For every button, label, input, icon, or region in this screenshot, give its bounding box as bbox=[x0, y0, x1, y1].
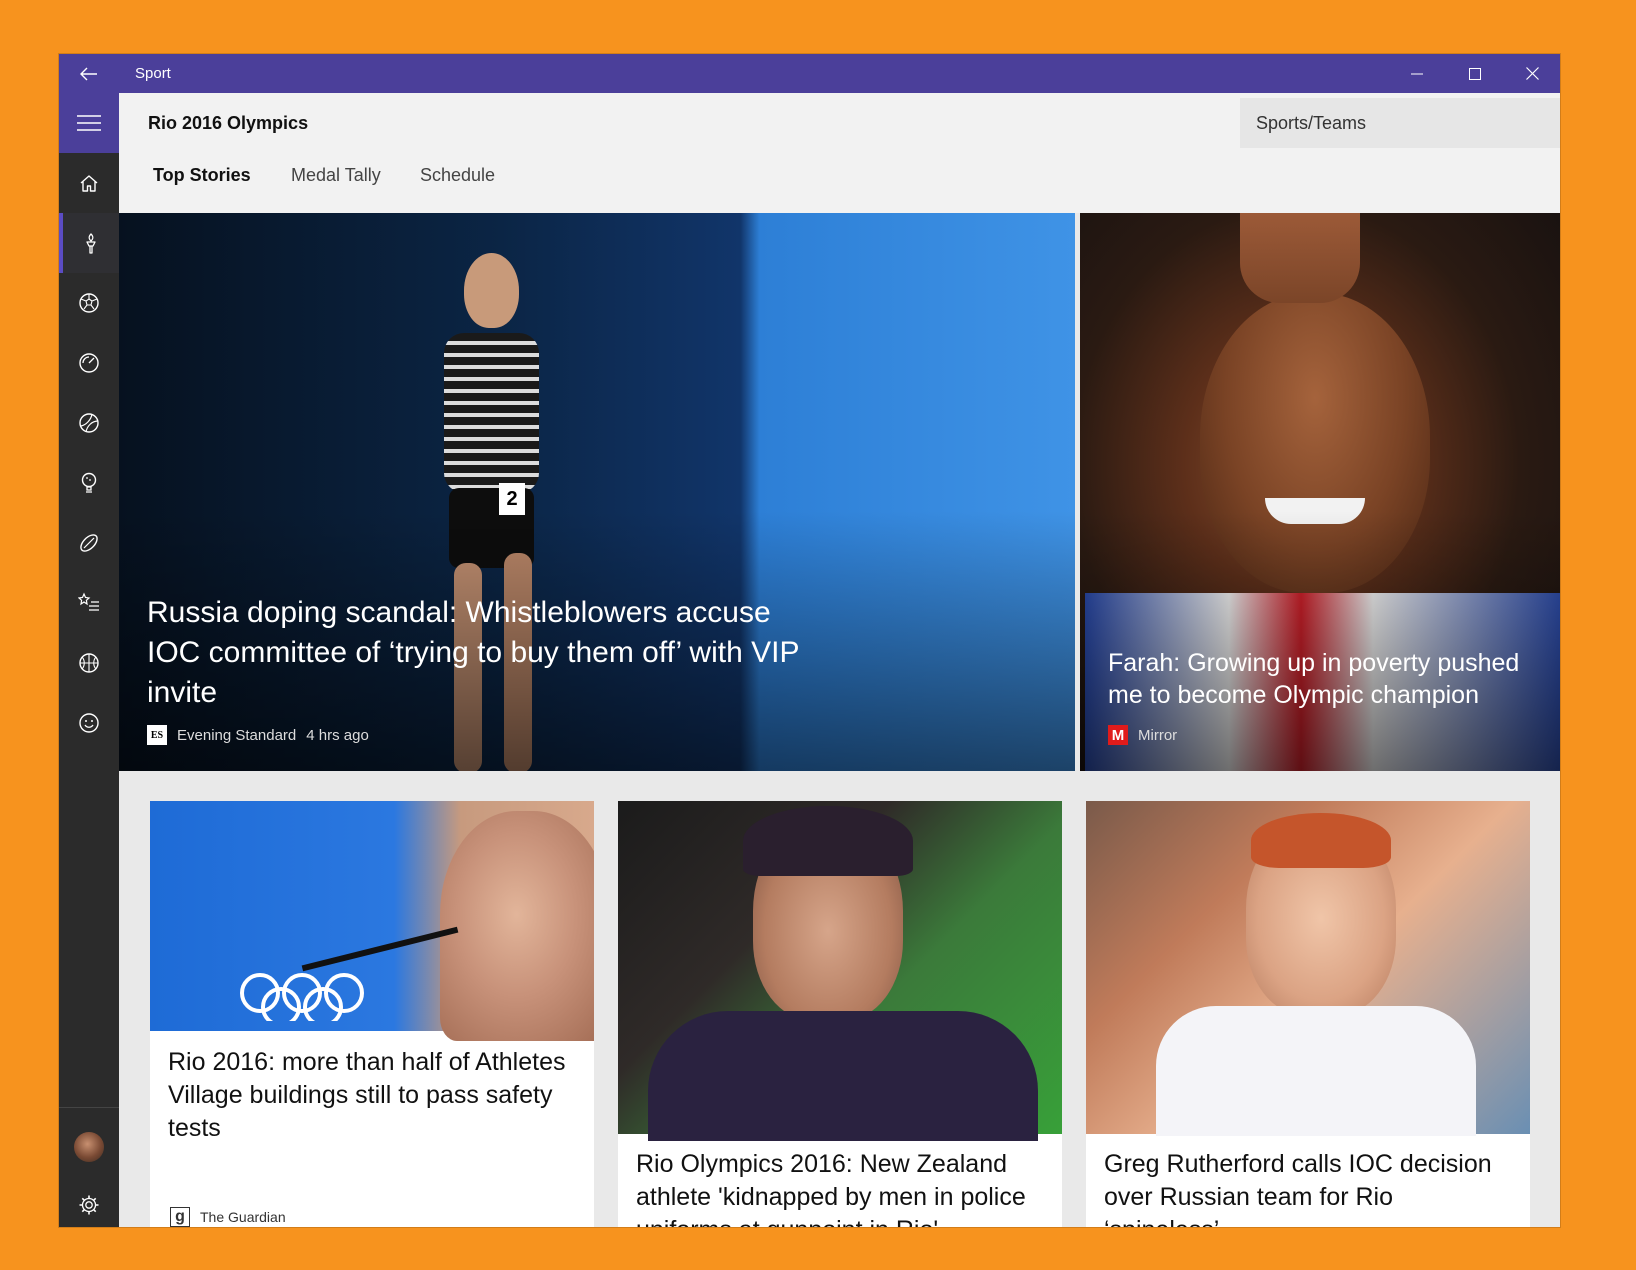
card-image: Rio 2016 Olympics bbox=[150, 801, 594, 1041]
sidebar-item-soccer[interactable] bbox=[59, 273, 119, 333]
card-source: g The Guardian bbox=[170, 1207, 286, 1227]
navigation-rail bbox=[59, 93, 119, 1227]
settings-button[interactable] bbox=[59, 1175, 119, 1227]
soccer-ball-icon bbox=[79, 293, 99, 313]
maximize-button[interactable] bbox=[1446, 54, 1504, 93]
source-logo-icon: g bbox=[170, 1207, 190, 1227]
motorsport-gauge-icon bbox=[79, 353, 99, 373]
news-card[interactable]: Rio Olympics 2016: New Zealand athlete '… bbox=[618, 801, 1062, 1227]
card-image bbox=[1086, 801, 1530, 1136]
close-icon bbox=[1525, 67, 1539, 80]
rail-divider bbox=[59, 1107, 119, 1108]
rugby-ball-icon bbox=[80, 534, 98, 552]
hero-headline[interactable]: Farah: Growing up in poverty pushed me t… bbox=[1108, 647, 1528, 711]
hamburger-menu-button[interactable] bbox=[59, 93, 119, 153]
card-title[interactable]: Rio 2016: more than half of Athletes Vil… bbox=[168, 1046, 568, 1145]
favorites-list-icon bbox=[78, 592, 99, 611]
source-logo-icon: ES bbox=[147, 725, 167, 745]
tab-schedule[interactable]: Schedule bbox=[420, 165, 495, 186]
sidebar-item-motorsport[interactable] bbox=[59, 333, 119, 393]
golf-ball-icon bbox=[81, 472, 97, 493]
home-icon bbox=[80, 175, 98, 192]
avatar bbox=[74, 1132, 104, 1162]
app-window: Sport Rio 2016 Olympics Sports/Teams Top… bbox=[59, 54, 1560, 1227]
search-box bbox=[1240, 98, 1560, 148]
basketball-icon bbox=[79, 653, 99, 673]
cap-image bbox=[743, 806, 913, 876]
back-button[interactable] bbox=[59, 54, 118, 93]
hero-story-secondary[interactable]: Farah: Growing up in poverty pushed me t… bbox=[1080, 213, 1560, 771]
sidebar-item-basketball[interactable] bbox=[59, 633, 119, 693]
hands-image bbox=[1240, 213, 1360, 303]
source-name: Evening Standard bbox=[177, 726, 297, 744]
olympic-torch-icon bbox=[86, 233, 96, 254]
minimize-icon bbox=[1411, 73, 1423, 74]
hero-story-main[interactable]: 2 Russia doping scandal: Whistleblowers … bbox=[119, 213, 1075, 771]
vest-image bbox=[1156, 1006, 1476, 1136]
back-arrow-icon bbox=[79, 67, 97, 80]
news-card[interactable]: Rio 2016 Olympics Rio 2016: more than ha… bbox=[150, 801, 594, 1227]
source-logo-icon: M bbox=[1108, 725, 1128, 745]
sidebar-item-favorites[interactable] bbox=[59, 573, 119, 633]
source-name: Mirror bbox=[1138, 726, 1178, 744]
sidebar-item-olympics[interactable] bbox=[59, 213, 119, 273]
jacket-image bbox=[648, 1011, 1038, 1141]
speaker-image bbox=[440, 811, 594, 1041]
close-button[interactable] bbox=[1503, 54, 1560, 93]
maximize-icon bbox=[1469, 67, 1481, 80]
red-hair-image bbox=[1251, 813, 1391, 868]
olympic-rings-icon bbox=[230, 971, 430, 1027]
source-name: The Guardian bbox=[200, 1209, 286, 1225]
sidebar-item-tennis[interactable] bbox=[59, 393, 119, 453]
title-bar: Sport bbox=[59, 54, 1560, 93]
microphone-image bbox=[301, 926, 459, 972]
hero-source: ES Evening Standard 4 hrs ago bbox=[147, 725, 369, 745]
sidebar-item-rugby[interactable] bbox=[59, 513, 119, 573]
hamburger-icon bbox=[77, 115, 101, 131]
sidebar-item-golf[interactable] bbox=[59, 453, 119, 513]
smiley-icon bbox=[79, 713, 99, 733]
card-title[interactable]: Rio Olympics 2016: New Zealand athlete '… bbox=[636, 1148, 1036, 1227]
account-button[interactable] bbox=[59, 1117, 119, 1177]
tab-medal-tally[interactable]: Medal Tally bbox=[291, 165, 381, 186]
search-input[interactable] bbox=[1240, 98, 1560, 148]
card-image bbox=[618, 801, 1062, 1141]
page-header: Rio 2016 Olympics Top Stories Medal Tall… bbox=[119, 93, 1560, 213]
sidebar-item-home[interactable] bbox=[59, 153, 119, 213]
gear-icon bbox=[79, 1195, 99, 1215]
minimize-button[interactable] bbox=[1388, 54, 1446, 93]
hero-headline[interactable]: Russia doping scandal: Whistleblowers ac… bbox=[147, 593, 827, 713]
sidebar-item-fun[interactable] bbox=[59, 693, 119, 753]
news-card[interactable]: Greg Rutherford calls IOC decision over … bbox=[1086, 801, 1530, 1227]
app-title: Sport bbox=[135, 65, 171, 82]
tab-top-stories[interactable]: Top Stories bbox=[153, 165, 251, 186]
page-title: Rio 2016 Olympics bbox=[148, 113, 309, 133]
card-title[interactable]: Greg Rutherford calls IOC decision over … bbox=[1104, 1148, 1504, 1227]
hero-source: M Mirror bbox=[1108, 725, 1177, 745]
story-timestamp: 4 hrs ago bbox=[306, 726, 369, 744]
tennis-ball-icon bbox=[79, 413, 99, 433]
